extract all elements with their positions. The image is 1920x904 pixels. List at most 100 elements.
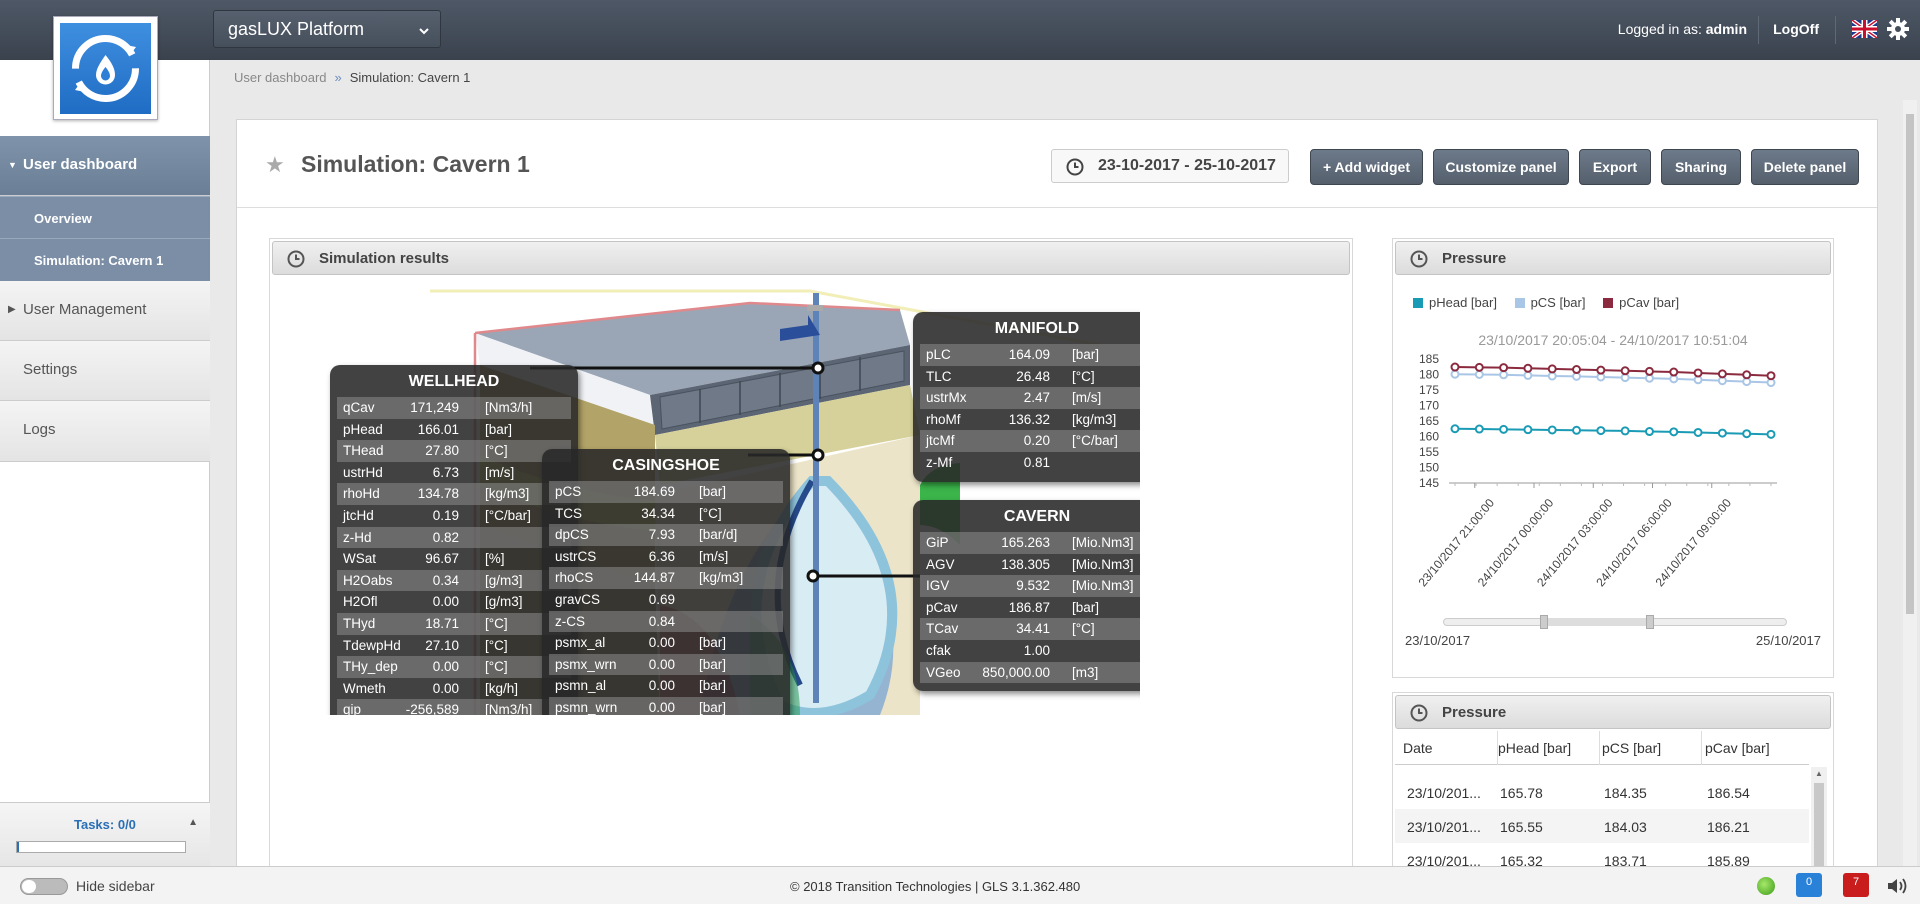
series-point-1 [1450, 369, 1460, 379]
breadcrumb-root[interactable]: User dashboard [234, 70, 327, 85]
data-row: psmn_wrn 0.00 [bar] [549, 696, 783, 715]
data-row: Wmeth 0.00 [kg/h] [337, 678, 571, 700]
uk-flag-icon[interactable] [1850, 18, 1879, 40]
chart-subtitle: 23/10/2017 20:05:04 - 24/10/2017 10:51:0… [1478, 332, 1748, 348]
add-widget-button[interactable]: + Add widget [1310, 149, 1423, 185]
data-row: psmx_al 0.00 [bar] [549, 632, 783, 654]
caret-up-icon[interactable]: ▲ [188, 817, 198, 828]
customize-panel-button[interactable]: Customize panel [1433, 149, 1569, 185]
speaker-icon[interactable] [1886, 877, 1910, 898]
export-button[interactable]: Export [1579, 149, 1651, 185]
row-unit: [bar] [699, 678, 727, 694]
row-value: 184.69 [633, 484, 675, 499]
legend-item-pcs[interactable]: pCS [bar] [1514, 295, 1585, 310]
platform-select[interactable]: gasLUX Platform [213, 10, 441, 48]
range-selection[interactable] [1544, 618, 1650, 626]
clock-icon [1410, 704, 1428, 726]
legend-item-phead[interactable]: pHead [bar] [1413, 295, 1497, 310]
chevron-down-icon [418, 21, 430, 42]
pressure-line-chart: 23/10/2017 20:05:04 - 24/10/2017 10:51:0… [1416, 332, 1777, 589]
row-label: jtcHd [343, 507, 374, 523]
tasks-label[interactable]: Tasks: 0/0 [74, 817, 136, 832]
range-handle-right[interactable] [1646, 615, 1654, 629]
series-point-2 [1547, 364, 1557, 374]
col-divider [1701, 731, 1702, 765]
alerts-badge[interactable]: 7 [1843, 873, 1869, 897]
app-logo[interactable] [53, 16, 158, 120]
data-row: TCav 34.41 [°C] [920, 618, 1140, 640]
legend-swatch [1413, 298, 1423, 308]
series-point-2 [1474, 362, 1484, 372]
data-row: dpCS 7.93 [bar/d] [549, 524, 783, 546]
widget-header[interactable]: Pressure [1395, 241, 1831, 275]
table-cell: 23/10/201... [1407, 819, 1481, 835]
date-range-picker[interactable]: 23-10-2017 - 25-10-2017 [1051, 149, 1289, 183]
row-label: gravCS [555, 591, 601, 607]
gear-icon[interactable] [1886, 17, 1910, 41]
row-label: jtcMf [926, 433, 955, 449]
table-row[interactable]: 23/10/201... 165.55 184.03 186.21 [1395, 809, 1809, 843]
series-point-0 [1523, 425, 1533, 435]
widget-header[interactable]: Simulation results [272, 241, 1350, 275]
scroll-up-icon[interactable]: ▲ [1815, 769, 1823, 778]
column-header-pcs[interactable]: pCS [bar] [1602, 740, 1661, 756]
row-label: rhoMf [926, 411, 961, 427]
series-point-0 [1572, 425, 1582, 435]
widget-title: Pressure [1442, 250, 1507, 267]
widget-header[interactable]: Pressure [1395, 695, 1831, 729]
column-header-phead[interactable]: pHead [bar] [1498, 740, 1571, 756]
data-row: ustrCS 6.36 [m/s] [549, 546, 783, 568]
row-label: z-CS [555, 613, 585, 629]
logoff-link[interactable]: LogOff [1773, 21, 1819, 37]
column-header-pcav[interactable]: pCav [bar] [1705, 740, 1770, 756]
table-row[interactable]: 23/10/201... 165.78 184.35 186.54 [1395, 775, 1809, 809]
panel-title: WELLHEAD [408, 373, 500, 390]
row-value: 6.36 [648, 548, 675, 564]
row-label: TCS [555, 505, 582, 521]
tasks-panel: Tasks: 0/0 ▲ [0, 802, 210, 866]
logo-icon [60, 23, 151, 114]
table-cell: 184.03 [1604, 819, 1647, 835]
scroll-thumb[interactable] [1814, 783, 1824, 877]
row-value: 6.73 [432, 464, 459, 480]
page-scrollbar[interactable] [1903, 100, 1917, 866]
sidebar-item-overview[interactable]: Overview [0, 196, 210, 238]
y-tick-label: 180 [1419, 368, 1439, 382]
row-label: AGV [926, 556, 955, 572]
row-label: rhoHd [343, 486, 380, 502]
top-bar: gasLUX Platform Logged in as: admin LogO… [0, 0, 1920, 60]
legend-item-pcav[interactable]: pCav [bar] [1603, 295, 1679, 310]
range-end-label: 25/10/2017 [1755, 633, 1821, 648]
row-value: 0.00 [432, 680, 459, 696]
sidebar-item-user-management[interactable]: ▶ User Management [0, 281, 210, 341]
data-row: ustrHd 6.73 [m/s] [337, 462, 571, 484]
y-tick-label: 185 [1419, 352, 1439, 366]
hide-sidebar-label[interactable]: Hide sidebar [76, 878, 155, 894]
messages-badge[interactable]: 0 [1796, 873, 1822, 897]
sidebar-item-settings[interactable]: Settings [0, 341, 210, 401]
series-point-2 [1717, 369, 1727, 379]
sidebar-item-user-dashboard[interactable]: ▼ User dashboard [0, 136, 210, 196]
range-handle-left[interactable] [1540, 615, 1548, 629]
hide-sidebar-toggle[interactable] [20, 878, 68, 895]
sidebar-item-logs[interactable]: Logs [0, 401, 210, 462]
delete-panel-button[interactable]: Delete panel [1751, 149, 1859, 185]
scroll-thumb[interactable] [1906, 114, 1914, 614]
range-navigator[interactable] [1443, 615, 1787, 629]
panel-title: CAVERN [1003, 508, 1071, 525]
pressure-chart-widget: Pressure pHead [bar] pCS [bar] pCav [bar… [1392, 238, 1834, 678]
row-label: pHead [343, 421, 383, 437]
panel-header: ★ Simulation: Cavern 1 23-10-2017 - 25-1… [237, 120, 1877, 208]
row-value: 144.87 [633, 570, 675, 586]
data-row: IGV 9.532 [Mio.Nm3] [920, 575, 1140, 597]
sidebar-item-simulation-cavern-1[interactable]: Simulation: Cavern 1 [0, 238, 210, 281]
tasks-progress-bar [16, 841, 186, 853]
column-header-date[interactable]: Date [1403, 740, 1433, 756]
star-icon[interactable]: ★ [265, 152, 285, 178]
series-point-0 [1596, 426, 1606, 436]
table-scrollbar[interactable]: ▲ [1811, 767, 1827, 877]
status-ok-icon[interactable] [1757, 877, 1775, 895]
sharing-button[interactable]: Sharing [1661, 149, 1741, 185]
caret-right-icon: ▶ [8, 304, 16, 315]
legend-swatch [1514, 298, 1525, 308]
